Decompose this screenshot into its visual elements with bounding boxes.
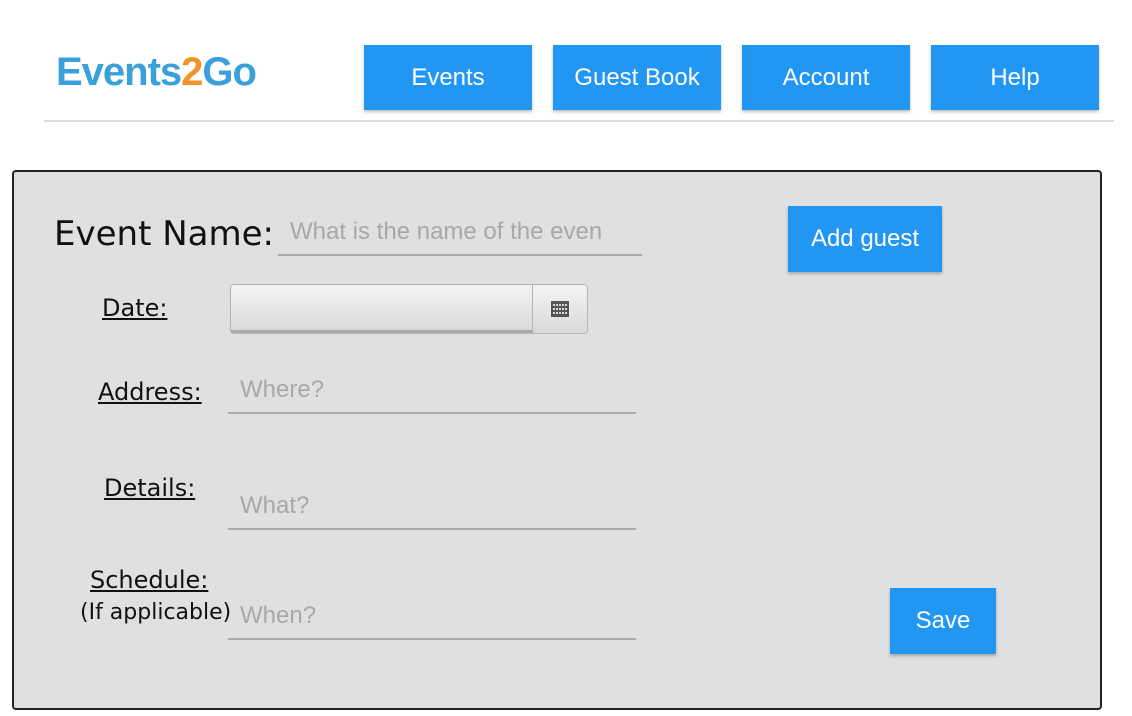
event-name-label: Event Name: <box>54 214 274 254</box>
logo-suffix: Go <box>202 50 257 94</box>
calendar-icon <box>551 301 569 317</box>
logo-digit: 2 <box>181 50 203 94</box>
header-divider <box>44 120 1114 122</box>
event-name-field[interactable] <box>278 210 642 256</box>
address-label: Address: <box>98 378 202 406</box>
calendar-button[interactable] <box>533 285 587 333</box>
address-field[interactable] <box>228 368 636 414</box>
details-field[interactable] <box>228 484 636 530</box>
nav-help-button[interactable]: Help <box>931 45 1099 110</box>
logo[interactable]: Events2Go <box>56 48 257 96</box>
details-label: Details: <box>104 474 196 502</box>
date-picker[interactable] <box>230 284 588 334</box>
event-name-input[interactable] <box>278 210 642 254</box>
date-label: Date: <box>102 294 168 322</box>
address-input[interactable] <box>228 368 636 412</box>
date-input[interactable] <box>231 285 533 333</box>
schedule-field[interactable] <box>228 594 636 640</box>
schedule-label: Schedule: <box>90 566 209 594</box>
nav-account-button[interactable]: Account <box>742 45 910 110</box>
add-guest-button[interactable]: Add guest <box>788 206 942 272</box>
save-button[interactable]: Save <box>890 588 996 654</box>
schedule-input[interactable] <box>228 594 636 638</box>
nav-events-button[interactable]: Events <box>364 45 532 110</box>
logo-prefix: Events <box>56 50 182 94</box>
details-input[interactable] <box>228 484 636 528</box>
event-form-panel: Event Name: Add guest Date: Address: Det… <box>12 170 1102 710</box>
schedule-note: (If applicable) <box>80 600 232 625</box>
nav-guest-book-button[interactable]: Guest Book <box>553 45 721 110</box>
